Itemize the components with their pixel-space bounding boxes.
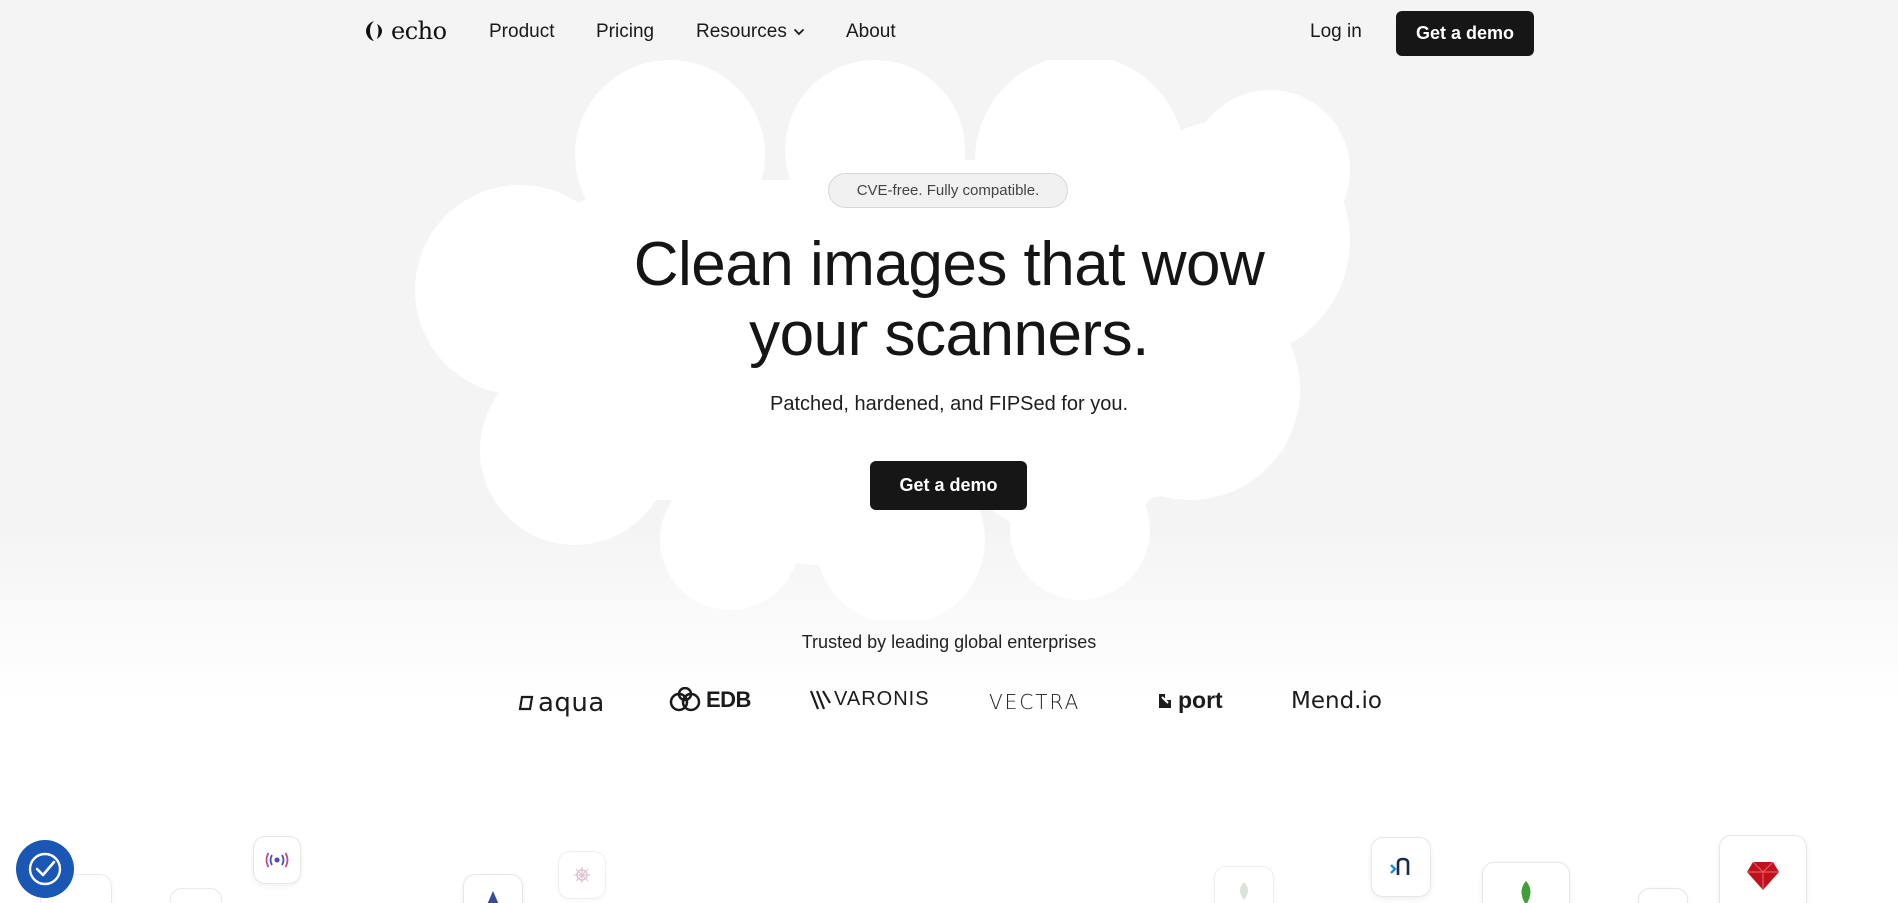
- logo-port-text: port: [1178, 687, 1223, 713]
- rocky-linux-icon: [487, 891, 499, 903]
- radio-signal-icon: [265, 852, 289, 868]
- login-link[interactable]: Log in: [1310, 21, 1362, 43]
- accessibility-button[interactable]: [16, 840, 74, 898]
- tech-tile-helm: [558, 851, 606, 899]
- tech-tile-leaf: [1214, 866, 1274, 903]
- nav-get-demo-button[interactable]: Get a demo: [1396, 11, 1534, 56]
- varonis-icon: [810, 689, 831, 709]
- mongodb-leaf-icon: [1521, 881, 1531, 903]
- logo-edb-text: EDB: [706, 687, 751, 712]
- logo-vectra: VECTRA: [989, 690, 1080, 714]
- ruby-icon: [1747, 861, 1779, 890]
- logo-port: port: [1157, 687, 1223, 714]
- accessibility-icon: [28, 852, 62, 886]
- customer-logos: aqua EDB VARONIS VECTRA port Mend.io: [0, 685, 1898, 725]
- echo-logo[interactable]: echo: [365, 17, 447, 45]
- nav-resources[interactable]: Resources: [696, 21, 805, 43]
- nginx-icon: [1390, 857, 1410, 875]
- trusted-heading: Trusted by leading global enterprises: [801, 632, 1097, 652]
- hero-subtitle: Patched, hardened, and FIPSed for you.: [769, 393, 1129, 415]
- edb-icon: [669, 687, 701, 712]
- nav-about[interactable]: About: [846, 21, 896, 43]
- logo-text: echo: [391, 17, 447, 45]
- hero-get-demo-button[interactable]: Get a demo: [870, 461, 1027, 510]
- leaf-icon: [1240, 882, 1248, 900]
- logo-edb: EDB: [668, 687, 751, 713]
- port-icon: [1159, 693, 1171, 708]
- chevron-down-icon: [793, 29, 804, 36]
- logo-mend: Mend.io: [1291, 688, 1382, 714]
- hero-title: Clean images that wow your scanners.: [549, 230, 1349, 370]
- logo-varonis: VARONIS: [810, 688, 930, 711]
- tech-tile: [170, 888, 222, 903]
- hero-title-line1: Clean images that wow: [633, 230, 1265, 299]
- logo-mend-text: Mend.io: [1291, 688, 1382, 714]
- logo-aqua-text: aqua: [538, 688, 605, 718]
- hero-badge: CVE-free. Fully compatible.: [828, 173, 1068, 208]
- tech-tile-rocky: [463, 874, 523, 903]
- logo-vectra-text: VECTRA: [989, 690, 1081, 714]
- hero-title-line2: your scanners.: [749, 300, 1149, 369]
- nav-resources-label: Resources: [696, 21, 787, 42]
- aqua-icon: [518, 695, 534, 711]
- top-nav: echo Product Pricing Resources About Log…: [0, 0, 1898, 66]
- tech-tile-mongodb: [1482, 862, 1570, 903]
- tech-tile: [1638, 888, 1688, 903]
- logo-aqua: aqua: [518, 688, 605, 718]
- helm-icon: [574, 867, 590, 883]
- logo-varonis-text: VARONIS: [834, 688, 930, 710]
- tech-tile-nginx: [1371, 837, 1431, 897]
- tech-tile-radio: [253, 836, 301, 884]
- nav-product[interactable]: Product: [489, 21, 554, 43]
- echo-logo-icon: [366, 21, 382, 41]
- tech-tile-ruby: [1719, 835, 1807, 903]
- nav-pricing[interactable]: Pricing: [596, 21, 654, 43]
